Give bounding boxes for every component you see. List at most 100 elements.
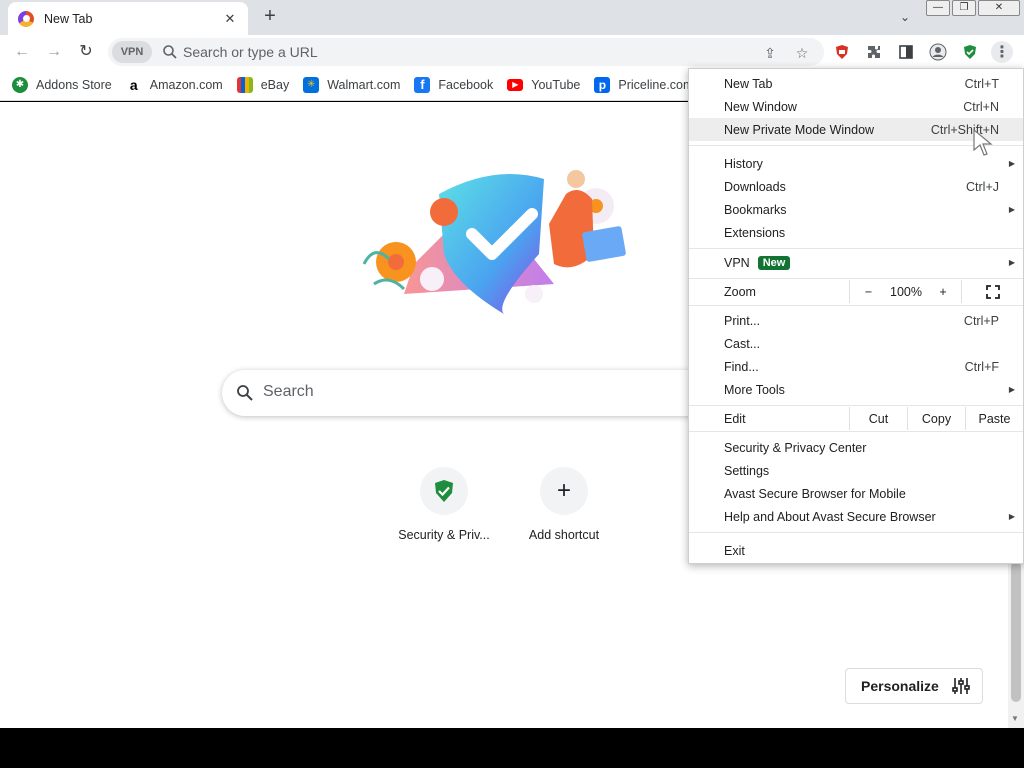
browser-menu-button[interactable]: ⋮ bbox=[991, 41, 1013, 63]
menu-item-label: Downloads bbox=[724, 179, 786, 194]
tab-search-chevron-icon[interactable]: ⌄ bbox=[894, 6, 916, 28]
forward-button[interactable]: → bbox=[42, 40, 66, 64]
omnibox-placeholder: Search or type a URL bbox=[183, 44, 318, 60]
menu-item-label: New Private Mode Window bbox=[724, 122, 875, 137]
youtube-icon: ▶ bbox=[507, 78, 524, 91]
submenu-arrow-icon: ▶ bbox=[1008, 205, 1015, 214]
submenu-arrow-icon: ▶ bbox=[1008, 258, 1015, 267]
menu-item-label: Extensions bbox=[724, 225, 786, 240]
menu-item-label: VPN bbox=[724, 255, 750, 270]
scroll-thumb[interactable] bbox=[1011, 562, 1021, 702]
personalize-button[interactable]: Personalize bbox=[845, 668, 983, 704]
plus-icon: + bbox=[540, 467, 588, 515]
tab-strip: New Tab ✕ + ⌄ — ❐ ✕ bbox=[0, 0, 1024, 35]
new-tab-button[interactable]: + bbox=[258, 5, 282, 29]
bookmark-star-icon[interactable]: ☆ bbox=[792, 43, 812, 63]
menu-item-label: More Tools bbox=[724, 382, 785, 397]
menu-item-bookmarks[interactable]: Bookmarks ▶ bbox=[689, 198, 1023, 221]
menu-item-exit[interactable]: Exit bbox=[689, 539, 1023, 562]
bookmark-ebay[interactable]: eBay bbox=[236, 76, 289, 93]
bookmark-label: Facebook bbox=[438, 77, 494, 92]
vpn-button[interactable]: VPN bbox=[112, 41, 152, 63]
fullscreen-button[interactable] bbox=[961, 280, 1023, 303]
hero-illustration bbox=[362, 170, 626, 314]
menu-item-label: History bbox=[724, 156, 763, 171]
menu-item-shortcut: Ctrl+F bbox=[964, 359, 999, 374]
menu-item-print[interactable]: Print... Ctrl+P bbox=[689, 309, 1023, 332]
menu-separator bbox=[689, 532, 1023, 533]
menu-item-mobile[interactable]: Avast Secure Browser for Mobile bbox=[689, 482, 1023, 505]
menu-item-label: Print... bbox=[724, 313, 761, 328]
search-box-placeholder: Search bbox=[263, 383, 314, 400]
menu-separator bbox=[689, 405, 1023, 406]
reload-button[interactable]: ↻ bbox=[74, 40, 98, 64]
paste-button[interactable]: Paste bbox=[965, 407, 1023, 430]
tab-close-icon[interactable]: ✕ bbox=[222, 11, 238, 27]
zoom-in-button[interactable]: + bbox=[925, 280, 961, 303]
menu-item-label: Cast... bbox=[724, 336, 761, 351]
shortcut-security-privacy[interactable]: Security & Priv... bbox=[388, 467, 500, 542]
menu-item-label: New Tab bbox=[724, 76, 773, 91]
bookmark-label: Amazon.com bbox=[149, 77, 223, 92]
submenu-arrow-icon: ▶ bbox=[1008, 385, 1015, 394]
omnibox[interactable]: VPN Search or type a URL ⇪ ☆ bbox=[108, 38, 824, 66]
menu-separator bbox=[689, 248, 1023, 249]
menu-item-vpn[interactable]: VPN New ▶ bbox=[689, 251, 1023, 274]
scroll-down-arrow-icon[interactable]: ▼ bbox=[1011, 714, 1019, 723]
restore-button[interactable]: ❐ bbox=[952, 0, 976, 16]
menu-item-label: New Window bbox=[724, 99, 797, 114]
menu-item-downloads[interactable]: Downloads Ctrl+J bbox=[689, 175, 1023, 198]
shortcut-label: Add shortcut bbox=[528, 528, 600, 542]
menu-item-shortcut: Ctrl+J bbox=[966, 179, 999, 194]
addons-store-icon: ✱ bbox=[12, 76, 28, 93]
submenu-arrow-icon: ▶ bbox=[1008, 159, 1015, 168]
shortcut-icon-circle bbox=[420, 467, 468, 515]
adblock-shield-icon[interactable] bbox=[831, 41, 853, 63]
sliders-icon bbox=[952, 678, 970, 694]
menu-item-more-tools[interactable]: More Tools ▶ bbox=[689, 378, 1023, 401]
bottom-black-bar bbox=[0, 728, 1024, 768]
security-shield-check-icon[interactable] bbox=[959, 41, 981, 63]
side-panel-icon[interactable] bbox=[895, 41, 917, 63]
menu-item-shortcut: Ctrl+P bbox=[963, 313, 999, 328]
bookmark-walmart[interactable]: ✳ Walmart.com bbox=[303, 76, 400, 93]
bookmark-amazon[interactable]: a Amazon.com bbox=[125, 76, 223, 93]
priceline-icon: p bbox=[594, 76, 611, 93]
bookmark-label: YouTube bbox=[531, 77, 581, 92]
copy-button[interactable]: Copy bbox=[907, 407, 965, 430]
menu-item-settings[interactable]: Settings bbox=[689, 459, 1023, 482]
bookmark-priceline[interactable]: p Priceline.com bbox=[594, 76, 693, 93]
menu-item-find[interactable]: Find... Ctrl+F bbox=[689, 355, 1023, 378]
back-button[interactable]: ← bbox=[10, 40, 34, 64]
bookmark-addons-store[interactable]: ✱ Addons Store bbox=[12, 76, 112, 93]
tab-new-tab[interactable]: New Tab ✕ bbox=[8, 2, 248, 35]
add-shortcut-button[interactable]: + Add shortcut bbox=[508, 467, 620, 542]
bookmark-facebook[interactable]: f Facebook bbox=[414, 76, 494, 93]
toolbar: ← → ↻ VPN Search or type a URL ⇪ ☆ ⋮ bbox=[0, 35, 1024, 69]
shield-check-icon bbox=[435, 480, 453, 502]
menu-item-label: Find... bbox=[724, 359, 759, 374]
menu-item-extensions[interactable]: Extensions bbox=[689, 221, 1023, 244]
search-icon bbox=[163, 45, 177, 59]
minimize-button[interactable]: — bbox=[926, 0, 950, 16]
extensions-puzzle-icon[interactable] bbox=[863, 41, 885, 63]
menu-separator bbox=[689, 305, 1023, 306]
menu-item-label: Zoom bbox=[724, 284, 756, 299]
menu-item-help[interactable]: Help and About Avast Secure Browser ▶ bbox=[689, 505, 1023, 528]
menu-item-label: Settings bbox=[724, 463, 770, 478]
share-icon[interactable]: ⇪ bbox=[760, 43, 780, 63]
menu-item-label: Help and About Avast Secure Browser bbox=[724, 509, 936, 524]
profile-avatar-icon[interactable] bbox=[927, 41, 949, 63]
menu-item-shortcut: Ctrl+T bbox=[964, 76, 999, 91]
menu-item-label: Edit bbox=[724, 411, 746, 426]
menu-item-security-privacy-center[interactable]: Security & Privacy Center bbox=[689, 436, 1023, 459]
zoom-out-button[interactable]: − bbox=[849, 280, 887, 303]
bookmark-youtube[interactable]: ▶ YouTube bbox=[507, 78, 580, 92]
menu-item-cast[interactable]: Cast... bbox=[689, 332, 1023, 355]
menu-item-new-window[interactable]: New Window Ctrl+N bbox=[689, 95, 1023, 118]
cut-button[interactable]: Cut bbox=[849, 407, 907, 430]
menu-separator bbox=[689, 431, 1023, 432]
close-window-button[interactable]: ✕ bbox=[978, 0, 1020, 16]
menu-item-new-tab[interactable]: New Tab Ctrl+T bbox=[689, 72, 1023, 95]
menu-item-label: Exit bbox=[724, 543, 745, 558]
